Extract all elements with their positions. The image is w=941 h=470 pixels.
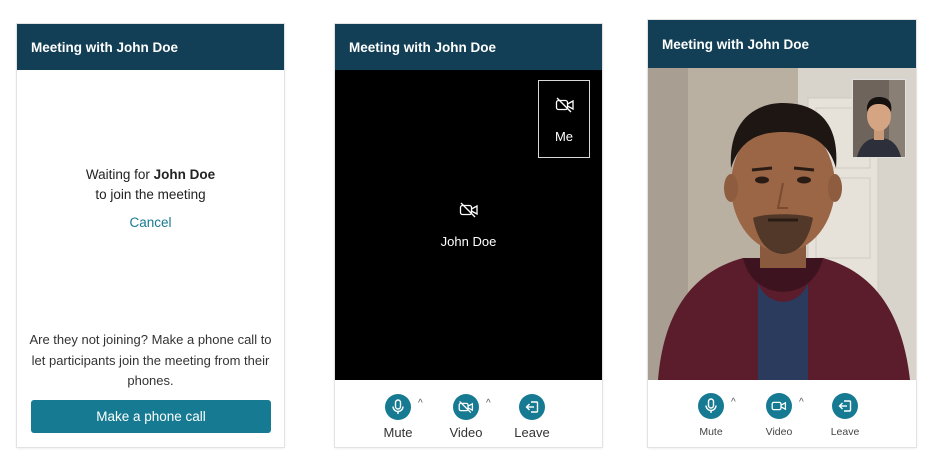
leave-icon [525,401,539,413]
waiting-name: John Doe [153,167,216,182]
call-controls: ^ ^ Mute Video Leave [335,380,602,447]
mute-label: Mute [699,426,723,438]
phone-call-note: Are they not joining? Make a phone call … [29,332,272,388]
meeting-title: Meeting with John Doe [648,20,916,68]
leave-button[interactable] [832,393,858,419]
call-controls: ^ ^ Mute Video Leave [648,380,916,447]
make-phone-call-button[interactable]: Make a phone call [31,400,271,433]
self-video [853,80,905,157]
video-off-icon [458,400,474,414]
waiting-prefix: Waiting for [85,167,154,182]
microphone-icon [392,399,404,414]
video-stage: Me John Doe [335,70,602,380]
video-button[interactable] [766,393,792,419]
cancel-link[interactable]: Cancel [17,215,284,230]
video-label: Video [449,425,483,440]
meeting-title: Meeting with John Doe [17,24,284,70]
video-off-icon [555,97,574,113]
mute-label: Mute [383,425,413,440]
remote-video-feed [648,68,916,380]
waiting-panel: Meeting with John Doe Waiting for John D… [17,24,284,447]
mute-button[interactable] [698,393,724,419]
video-off-icon [459,202,478,218]
waiting-suffix: to join the meeting [95,187,206,202]
self-video-tile[interactable]: Me [538,80,590,158]
leave-icon [838,400,852,412]
self-label: Me [554,129,574,144]
leave-label: Leave [830,426,860,438]
mute-button[interactable] [385,394,411,420]
video-label: Video [765,426,793,438]
remote-participant-label: John Doe [440,234,497,249]
leave-button[interactable] [519,394,545,420]
video-icon [771,401,787,411]
video-call-panel: Meeting with John Doe ^ ^ Mute Video Lea… [648,20,916,447]
video-options-caret[interactable]: ^ [799,397,804,408]
self-video-thumbnail[interactable] [852,79,906,158]
video-off-panel: Meeting with John Doe Me John Doe ^ ^ Mu… [335,24,602,447]
video-button[interactable] [453,394,479,420]
microphone-icon [705,398,717,413]
waiting-message: Waiting for John Doe to join the meeting [17,165,284,205]
mute-options-caret[interactable]: ^ [731,397,736,408]
meeting-title: Meeting with John Doe [335,24,602,70]
leave-label: Leave [514,425,550,440]
mute-options-caret[interactable]: ^ [418,398,423,409]
video-options-caret[interactable]: ^ [486,398,491,409]
